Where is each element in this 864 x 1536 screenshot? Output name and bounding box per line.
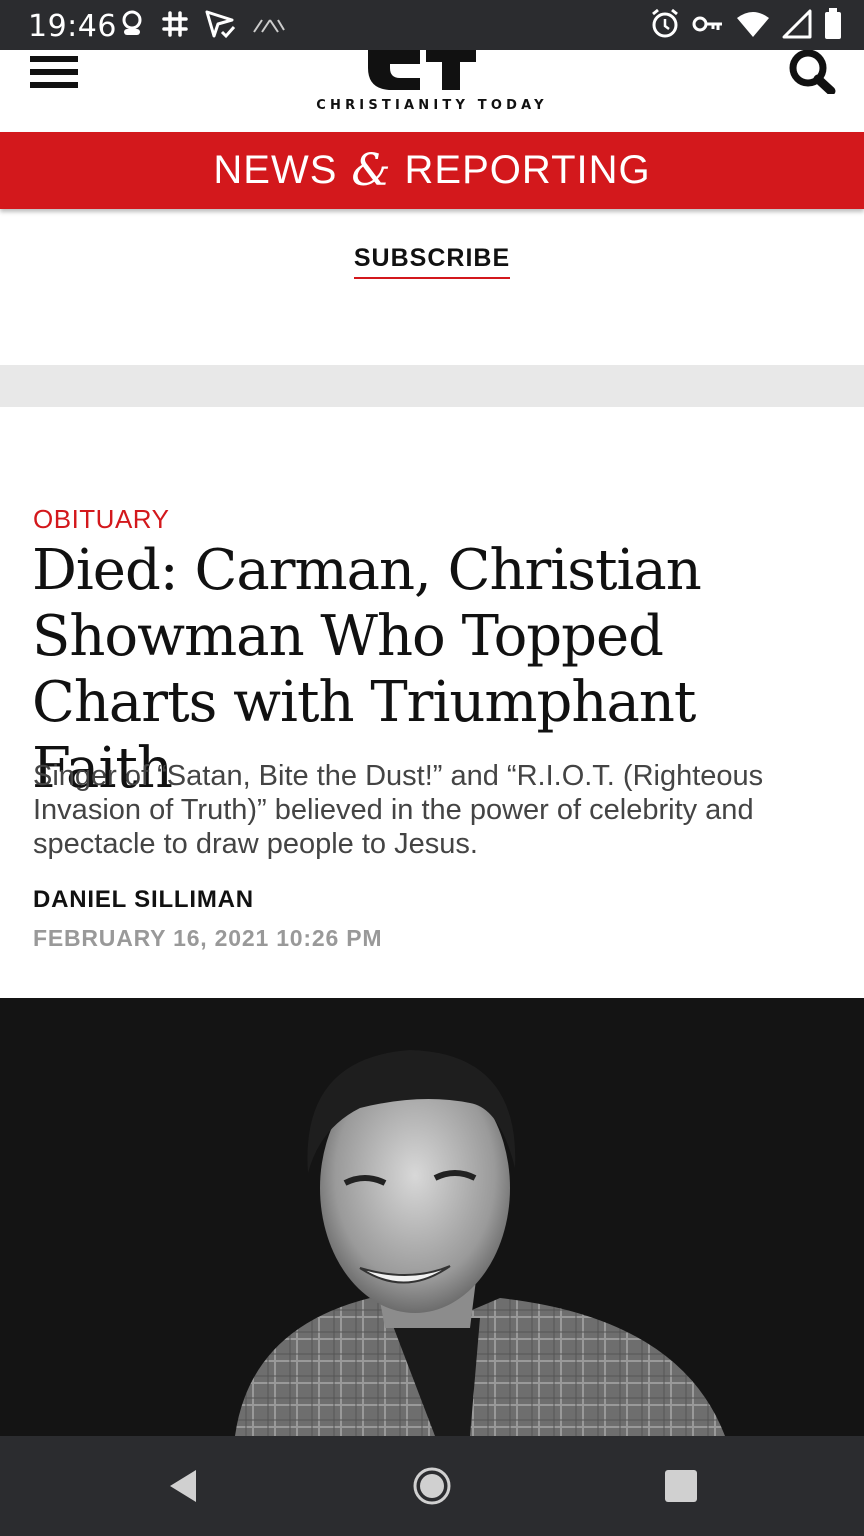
status-system-icons [650,8,842,40]
article-category[interactable]: OBITUARY [33,504,169,535]
section-word-news: NEWS [213,148,338,192]
send-check-icon [205,10,236,39]
alarm-icon [652,8,678,38]
subscribe-container: SUBSCRIBE [0,244,864,279]
logo-wordmark: CHRISTIANITY TODAY [316,98,548,113]
recents-square-icon[interactable] [655,1464,705,1508]
slack-icon [162,11,188,37]
status-bar: 19:46 [0,0,864,50]
article-dek: Singer of “Satan, Bite the Dust!” and “R… [33,760,764,860]
christianity-today-logo[interactable]: CHRISTIANITY TODAY [300,50,564,120]
account-icon [122,10,142,35]
ad-placeholder-strip [0,365,864,407]
section-ampersand: & [351,145,391,196]
ct-logo-mark-icon [368,50,476,90]
system-nav-bar [0,1436,864,1536]
cell-signal-icon [782,9,812,39]
battery-icon [825,8,841,39]
site-header: CHRISTIANITY TODAY [0,49,864,132]
section-word-reporting: REPORTING [404,148,651,192]
vpn-key-icon [692,16,722,32]
status-time: 19:46 [28,9,117,44]
home-circle-icon[interactable] [407,1464,457,1508]
hamburger-menu-icon[interactable] [30,52,80,92]
search-icon[interactable] [786,49,838,96]
back-triangle-icon[interactable] [160,1464,210,1508]
status-notification-icons [118,8,286,40]
article-date: FEBRUARY 16, 2021 10:26 PM [33,925,383,951]
article-author[interactable]: DANIEL SILLIMAN [33,886,254,914]
subscribe-link[interactable]: SUBSCRIBE [353,244,511,279]
section-banner[interactable]: NEWS & REPORTING [0,132,864,209]
wifi-icon [737,12,769,37]
portrait-photo [0,998,864,1436]
signal-arrows-icon [253,19,285,33]
